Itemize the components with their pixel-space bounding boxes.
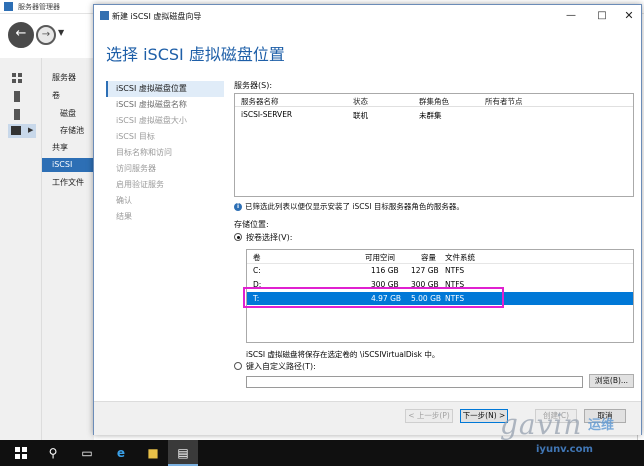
wizard-heading: 选择 iSCSI 虚拟磁盘位置: [106, 45, 285, 64]
server-cluster-role-cell: 未群集: [419, 111, 442, 120]
step-enable-auth: 启用验证服务: [116, 180, 164, 189]
wizard-steps: iSCSI 虚拟磁盘位置 iSCSI 虚拟磁盘名称 iSCSI 虚拟磁盘大小 i…: [106, 81, 224, 225]
server-manager-app-icon: [4, 2, 13, 11]
sidebar-item-volumes[interactable]: 卷: [52, 90, 60, 101]
windows-logo-icon: [15, 447, 27, 459]
step-confirmation: 确认: [116, 196, 132, 205]
custom-path-input[interactable]: [246, 376, 583, 388]
sidebar-item-storage-pools[interactable]: 存储池: [60, 125, 84, 136]
start-button[interactable]: [6, 440, 36, 466]
volume-table[interactable]: 卷 可用空间 容量 文件系统 C: 116 GB 127 GB NTFS D: …: [246, 249, 634, 343]
column-owner-node[interactable]: 所有者节点: [485, 96, 523, 107]
volume-fs-cell: NTFS: [445, 294, 465, 303]
volume-letter-cell: D:: [253, 280, 262, 289]
table-row-selected[interactable]: T: 4.97 GB 5.00 GB NTFS: [247, 292, 633, 305]
sidebar-item-iscsi[interactable]: iSCSI: [42, 158, 94, 172]
step-iscsi-target: iSCSI 目标: [116, 132, 155, 141]
server-manager-nav: ← → ▼: [0, 14, 93, 58]
watermark-brand: gavin: [500, 408, 583, 441]
server-table[interactable]: 服务器名称 状态 群集角色 所有者节点 iSCSI-SERVER 联机 未群集: [234, 93, 634, 197]
dashboard-icon[interactable]: [12, 73, 23, 84]
new-iscsi-virtual-disk-wizard: 新建 iSCSI 虚拟磁盘向导 — □ ✕ 选择 iSCSI 虚拟磁盘位置 iS…: [93, 4, 642, 435]
volume-capacity-cell: 300 GB: [411, 280, 439, 289]
maximize-icon[interactable]: □: [591, 8, 613, 24]
volume-fs-cell: NTFS: [445, 280, 465, 289]
back-arrow-icon[interactable]: ←: [8, 22, 34, 48]
minimize-icon[interactable]: —: [560, 8, 582, 24]
column-cluster-role[interactable]: 群集角色: [419, 96, 449, 107]
all-servers-icon[interactable]: [14, 109, 20, 120]
file-storage-services-icon[interactable]: ▶: [8, 124, 36, 138]
table-row[interactable]: C: 116 GB 127 GB NTFS: [247, 264, 633, 277]
by-volume-label[interactable]: 按卷选择(V):: [246, 232, 292, 243]
server-label: 服务器(S):: [234, 81, 273, 90]
sidebar-item-servers[interactable]: 服务器: [52, 72, 76, 83]
wizard-app-icon: [100, 11, 109, 20]
table-row[interactable]: iSCSI-SERVER 联机 未群集: [235, 108, 633, 121]
sidebar-item-shares[interactable]: 共享: [52, 142, 68, 153]
server-name-cell: iSCSI-SERVER: [241, 110, 293, 119]
nav-dropdown-icon[interactable]: ▼: [58, 28, 64, 37]
volume-fs-cell: NTFS: [445, 266, 465, 275]
table-row[interactable]: D: 300 GB 300 GB NTFS: [247, 278, 633, 291]
column-status[interactable]: 状态: [353, 96, 368, 107]
storage-location-label: 存储位置:: [234, 220, 269, 229]
server-manager-taskbar-icon[interactable]: ▤: [168, 440, 198, 466]
step-disk-size: iSCSI 虚拟磁盘大小: [116, 116, 187, 125]
wizard-title: 新建 iSCSI 虚拟磁盘向导: [112, 12, 202, 21]
column-server-name[interactable]: 服务器名称: [241, 96, 279, 107]
sidebar-item-disks[interactable]: 磁盘: [60, 108, 76, 119]
volume-free-cell: 116 GB: [371, 266, 399, 275]
step-results: 结果: [116, 212, 132, 221]
column-capacity[interactable]: 容量: [421, 252, 436, 263]
custom-path-label[interactable]: 键入自定义路径(T):: [246, 361, 316, 372]
volume-table-header: 卷 可用空间 容量 文件系统: [247, 250, 633, 264]
previous-button[interactable]: < 上一步(P): [405, 409, 453, 423]
filter-info: i 已筛选此列表以便仅显示安装了 iSCSI 目标服务器角色的服务器。: [234, 201, 464, 212]
forward-arrow-icon[interactable]: →: [36, 25, 56, 45]
search-icon[interactable]: ⚲: [38, 440, 68, 466]
filter-info-text: 已筛选此列表以便仅显示安装了 iSCSI 目标服务器角色的服务器。: [245, 202, 464, 211]
volume-free-cell: 300 GB: [371, 280, 399, 289]
by-volume-radio[interactable]: [234, 233, 242, 241]
server-manager-sidebar: 服务器 卷 磁盘 存储池 共享 iSCSI 工作文件: [42, 58, 94, 440]
step-disk-location[interactable]: iSCSI 虚拟磁盘位置: [106, 81, 224, 97]
wizard-titlebar: 新建 iSCSI 虚拟磁盘向导 — □ ✕: [94, 5, 641, 27]
step-disk-name[interactable]: iSCSI 虚拟磁盘名称: [106, 97, 224, 113]
step-target-name-access: 目标名称和访问: [116, 148, 172, 157]
close-icon[interactable]: ✕: [618, 8, 640, 24]
server-manager-title: 服务器管理器: [18, 3, 60, 11]
volume-free-cell: 4.97 GB: [371, 294, 402, 303]
column-file-system[interactable]: 文件系统: [445, 252, 475, 263]
sidebar-item-work-folders[interactable]: 工作文件: [52, 177, 84, 188]
browse-button[interactable]: 浏览(B)...: [589, 374, 634, 388]
info-icon: i: [234, 203, 242, 211]
column-volume[interactable]: 卷: [253, 252, 261, 263]
volume-letter-cell: T:: [253, 294, 260, 303]
volume-capacity-cell: 127 GB: [411, 266, 439, 275]
watermark-cn: 运维: [588, 418, 615, 433]
step-access-servers: 访问服务器: [116, 164, 156, 173]
internet-explorer-icon[interactable]: e: [106, 440, 136, 466]
column-free-space[interactable]: 可用空间: [365, 252, 395, 263]
server-table-header: 服务器名称 状态 群集角色 所有者节点: [235, 94, 633, 107]
local-server-icon[interactable]: [14, 91, 20, 102]
task-view-icon[interactable]: ▭: [72, 440, 102, 466]
server-status-cell: 联机: [353, 111, 368, 120]
server-manager-icon-bar: ▶: [0, 58, 42, 440]
save-location-note: iSCSI 虚拟磁盘将保存在选定卷的 \iSCSIVirtualDisk 中。: [246, 350, 440, 359]
watermark: gavin 运维 iyunv.com: [500, 408, 640, 458]
custom-path-radio[interactable]: [234, 362, 242, 370]
volume-capacity-cell: 5.00 GB: [411, 294, 442, 303]
watermark-site: iyunv.com: [536, 444, 593, 455]
volume-letter-cell: C:: [253, 266, 261, 275]
file-explorer-icon[interactable]: ■: [138, 440, 168, 466]
